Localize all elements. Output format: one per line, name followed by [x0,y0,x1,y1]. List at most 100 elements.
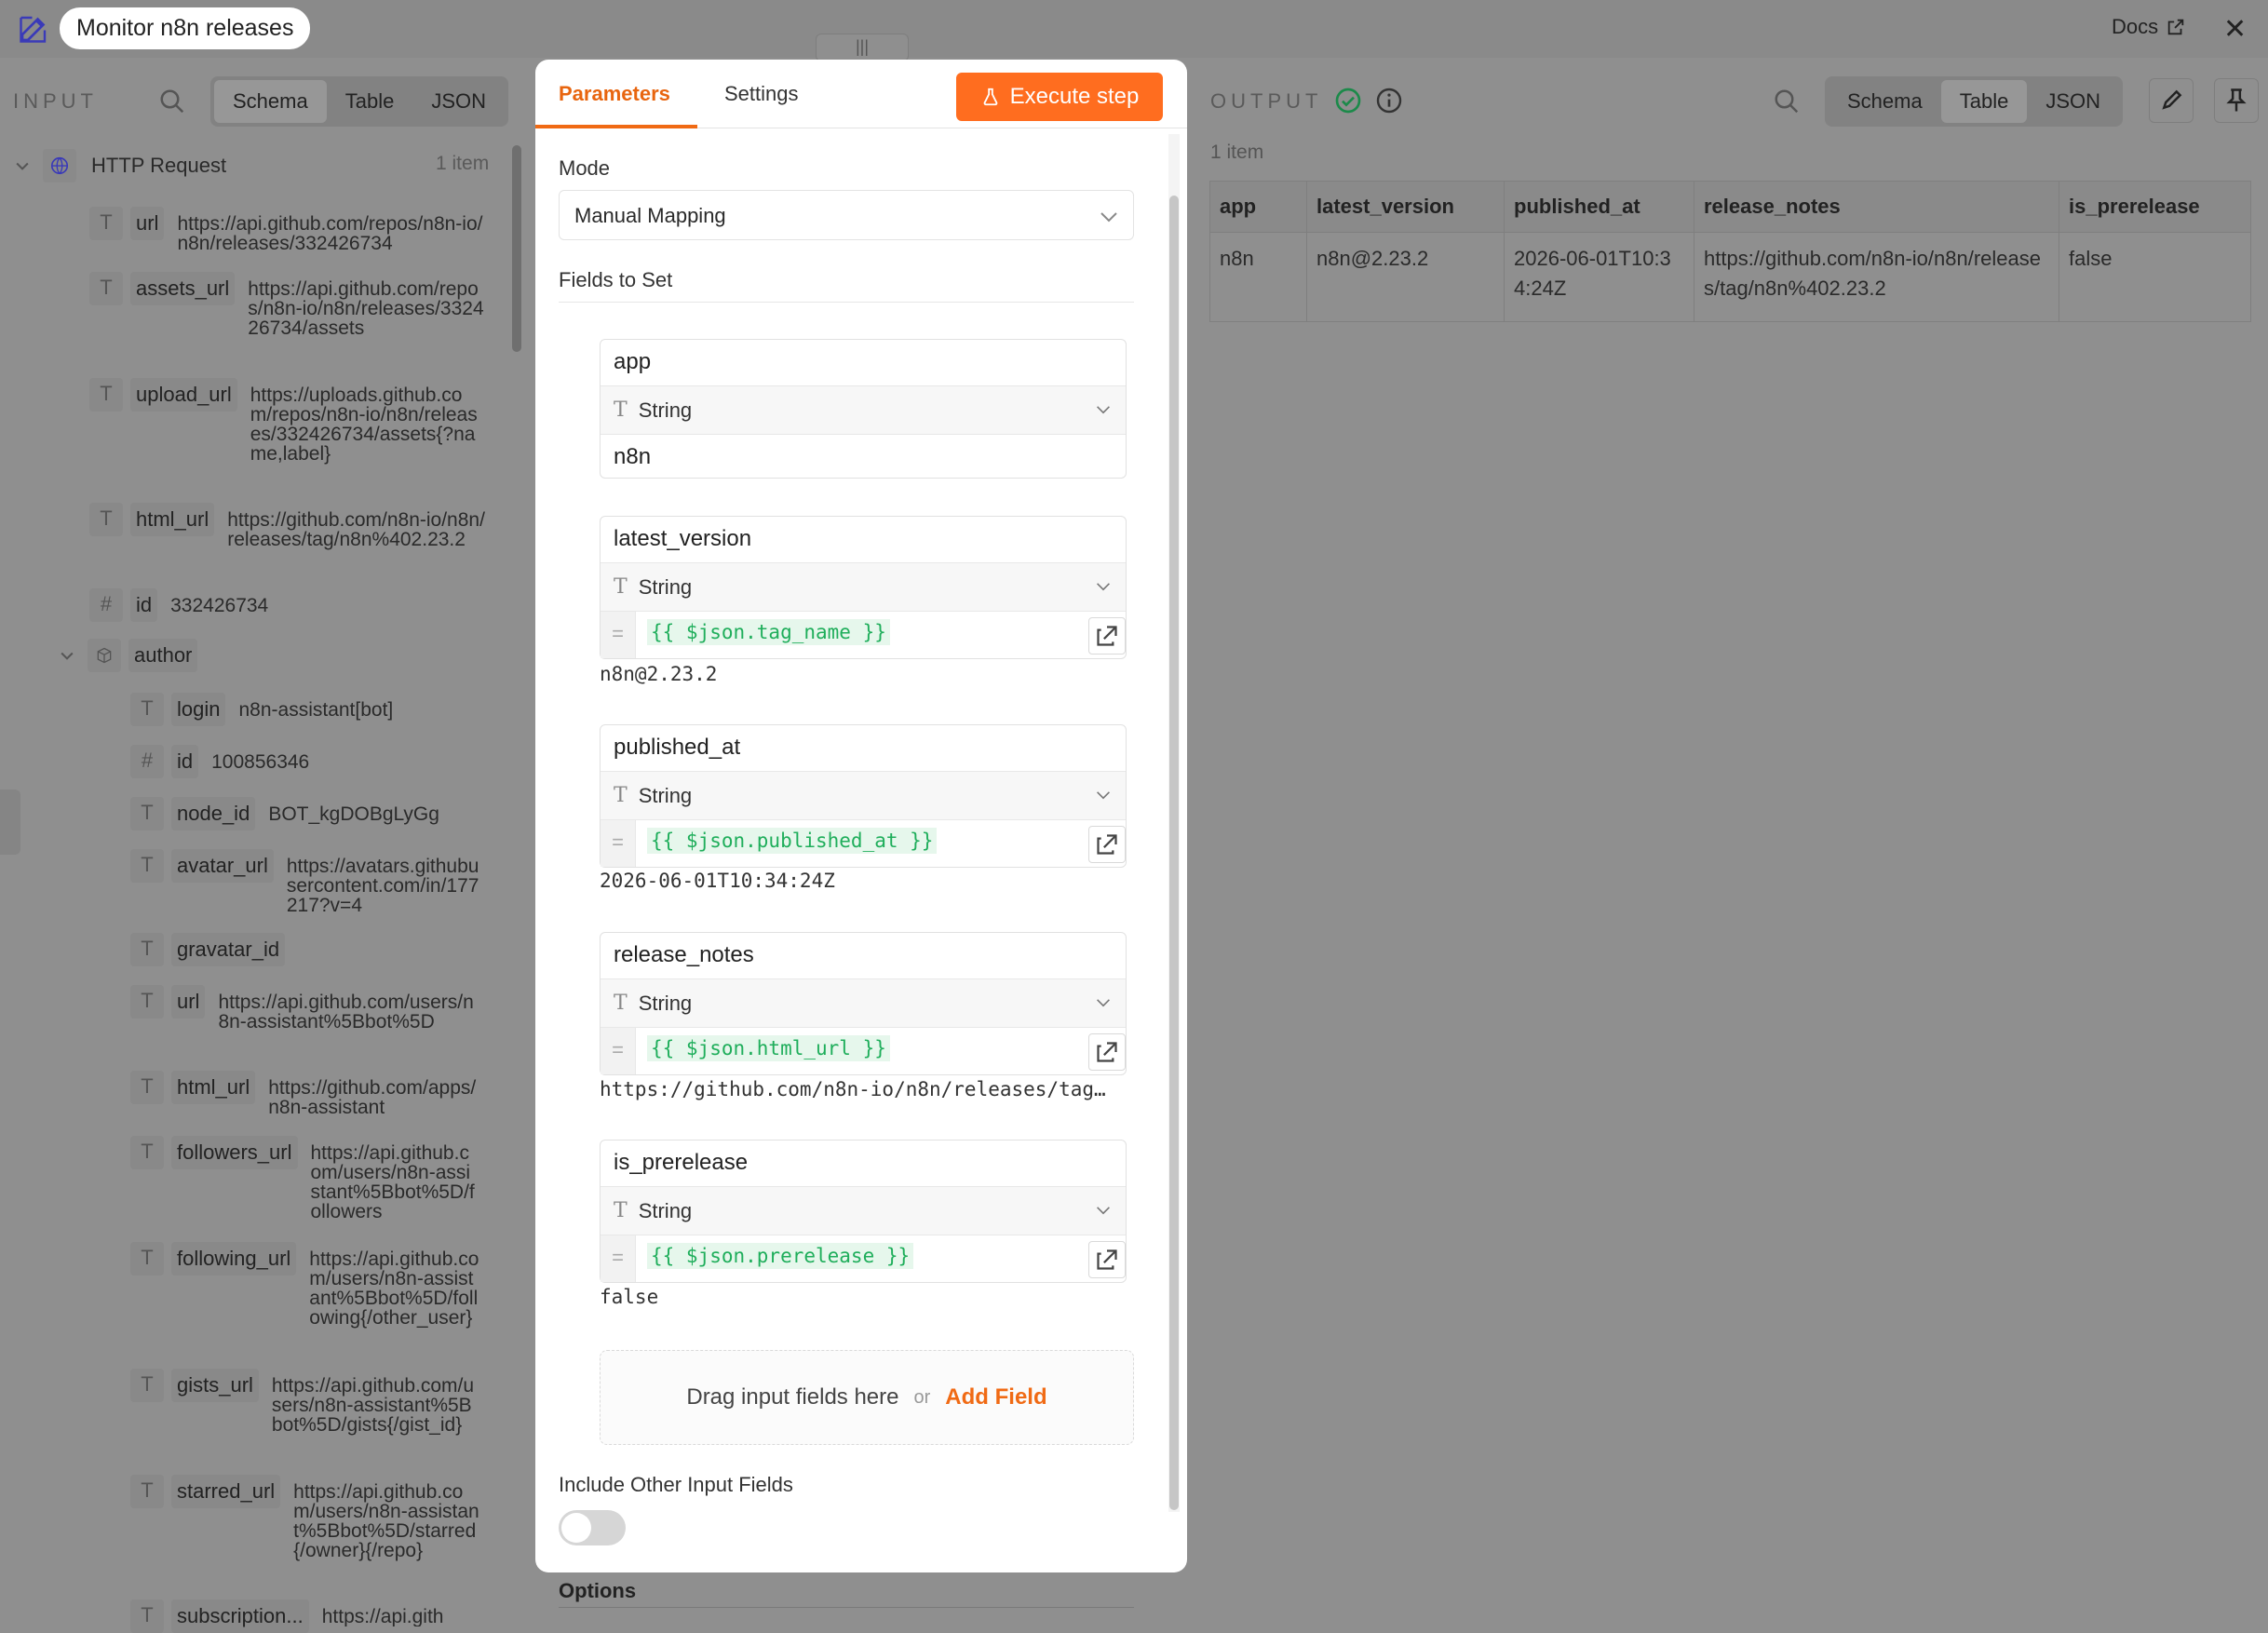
open-expression-editor-icon[interactable] [1088,1241,1126,1278]
tab-parameters[interactable]: Parameters [559,82,670,106]
include-other-fields-toggle[interactable] [559,1510,626,1545]
table-cell[interactable]: false [2059,232,2251,322]
field-expression-input[interactable]: = {{ $json.published_at }} [601,820,1126,867]
schema-row[interactable]: T starred_url https://api.github.com/use… [130,1475,479,1560]
schema-key[interactable]: starred_url [171,1475,281,1508]
field-expression-input[interactable]: = {{ $json.tag_name }} [601,612,1126,658]
schema-key[interactable]: login [171,693,226,726]
schema-key[interactable]: gravatar_id [171,933,286,966]
column-header[interactable]: latest_version [1306,181,1505,233]
field-dropzone[interactable]: Drag input fields here or Add Field [600,1350,1134,1445]
schema-key[interactable]: html_url [130,503,215,536]
schema-key[interactable]: html_url [171,1071,256,1104]
table-cell[interactable]: https://github.com/n8n-io/n8n/releases/t… [1694,232,2059,322]
field-expression-input[interactable]: = {{ $json.html_url }} [601,1028,1126,1074]
field-type-select[interactable]: T String [601,386,1126,435]
output-tab-table[interactable]: Table [1940,80,2028,123]
schema-key[interactable]: id [130,588,158,622]
field-name-input[interactable]: latest_version [601,517,1126,563]
edit-output-button[interactable] [2149,78,2194,123]
schema-row[interactable]: # id 332426734 [89,588,357,622]
schema-key[interactable]: author [128,639,198,672]
field-name-input[interactable]: is_prerelease [601,1140,1126,1187]
modal-scrollbar[interactable] [1168,134,1180,1512]
open-expression-editor-icon[interactable] [1088,1033,1126,1071]
column-header[interactable]: is_prerelease [2059,181,2251,233]
mode-select-value: Manual Mapping [574,204,726,227]
node-row[interactable]: HTTP Request [13,149,226,182]
field-value-input[interactable]: n8n [601,435,1126,481]
schema-row[interactable]: # id 100856346 [130,745,435,778]
schema-row[interactable]: T avatar_url https://avatars.githubuserc… [130,849,482,915]
expression-equals-icon: = [601,1235,636,1282]
close-icon[interactable]: ✕ [2223,13,2247,46]
schema-key[interactable]: upload_url [130,378,237,412]
panel-resize-handle[interactable] [0,790,20,855]
schema-row[interactable]: T followers_url https://api.github.com/u… [130,1136,479,1221]
schema-row[interactable]: T url https://api.github.com/repos/n8n-i… [89,207,484,253]
input-tab-table[interactable]: Table [327,80,413,123]
column-header[interactable]: release_notes [1694,181,2059,233]
field-type-select[interactable]: T String [601,772,1126,820]
mode-select[interactable]: Manual Mapping [559,190,1134,240]
docs-link[interactable]: Docs [2112,15,2186,39]
open-expression-editor-icon[interactable] [1088,826,1126,863]
schema-row[interactable]: T subscription... https://api.gith [130,1599,471,1633]
schema-key[interactable]: following_url [171,1242,297,1275]
chevron-down-icon[interactable] [13,156,32,175]
schema-row[interactable]: T html_url https://github.com/n8n-io/n8n… [89,503,488,549]
field-name-input[interactable]: published_at [601,725,1126,772]
schema-row[interactable]: T gists_url https://api.github.com/users… [130,1369,482,1435]
schema-key[interactable]: gists_url [171,1369,259,1402]
input-tab-json[interactable]: JSON [412,80,505,123]
field-name-input[interactable]: release_notes [601,933,1126,979]
table-cell[interactable]: n8n [1209,232,1307,322]
workflow-title[interactable]: Monitor n8n releases [60,7,311,49]
chevron-down-icon[interactable] [58,646,76,665]
edit-icon[interactable] [17,12,50,46]
input-item-count: 1 item [436,153,490,174]
schema-row[interactable]: T login n8n-assistant[bot] [130,693,462,726]
schema-row[interactable]: T following_url https://api.github.com/u… [130,1242,480,1328]
output-tab-json[interactable]: JSON [2027,80,2119,123]
schema-row[interactable]: T html_url https://github.com/apps/n8n-a… [130,1071,482,1117]
tab-settings[interactable]: Settings [724,82,799,106]
modal-scrollbar-thumb[interactable] [1169,196,1179,1510]
column-header[interactable]: published_at [1504,181,1694,233]
schema-row[interactable]: T assets_url https://api.github.com/repo… [89,272,490,338]
field-type-select[interactable]: T String [601,979,1126,1028]
table-cell[interactable]: n8n@2.23.2 [1306,232,1505,322]
schema-row[interactable]: T url https://api.github.com/users/n8n-a… [130,985,479,1032]
field-type-select[interactable]: T String [601,1187,1126,1235]
schema-value: https://api.github.com/users/n8n-assista… [310,1142,475,1222]
schema-key[interactable]: followers_url [171,1136,298,1169]
schema-key[interactable]: url [171,985,206,1019]
search-icon[interactable] [1773,88,1801,115]
field-type-select[interactable]: T String [601,563,1126,612]
table-cell[interactable]: 2026-06-01T10:34:24Z [1504,232,1694,322]
output-tab-schema[interactable]: Schema [1829,80,1941,123]
input-scrollbar[interactable] [512,145,521,352]
info-icon[interactable] [1374,86,1404,115]
field-expression-input[interactable]: = {{ $json.prerelease }} [601,1235,1126,1282]
open-expression-editor-icon[interactable] [1088,617,1126,655]
schema-key[interactable]: node_id [171,797,256,830]
field-name-input[interactable]: app [601,340,1126,386]
schema-row[interactable]: T node_id BOT_kgDOBgLyGg [130,797,464,830]
drag-handle[interactable]: ||| [816,34,909,61]
column-header[interactable]: app [1209,181,1307,233]
schema-row[interactable]: T upload_url https://uploads.github.com/… [89,378,483,464]
schema-key[interactable]: url [130,207,165,240]
search-icon[interactable] [158,88,186,115]
schema-key[interactable]: subscription... [171,1599,309,1633]
pin-data-button[interactable] [2214,78,2259,123]
schema-key[interactable]: id [171,745,199,778]
execute-step-button[interactable]: Execute step [956,73,1163,121]
schema-key[interactable]: avatar_url [171,849,274,883]
input-tab-schema[interactable]: Schema [214,80,327,123]
schema-key[interactable]: assets_url [130,272,236,305]
schema-row[interactable]: T gravatar_id [130,933,410,966]
schema-object-row[interactable]: author [58,639,198,672]
options-label[interactable]: Options [559,1579,636,1603]
add-field-button[interactable]: Add Field [945,1384,1046,1410]
